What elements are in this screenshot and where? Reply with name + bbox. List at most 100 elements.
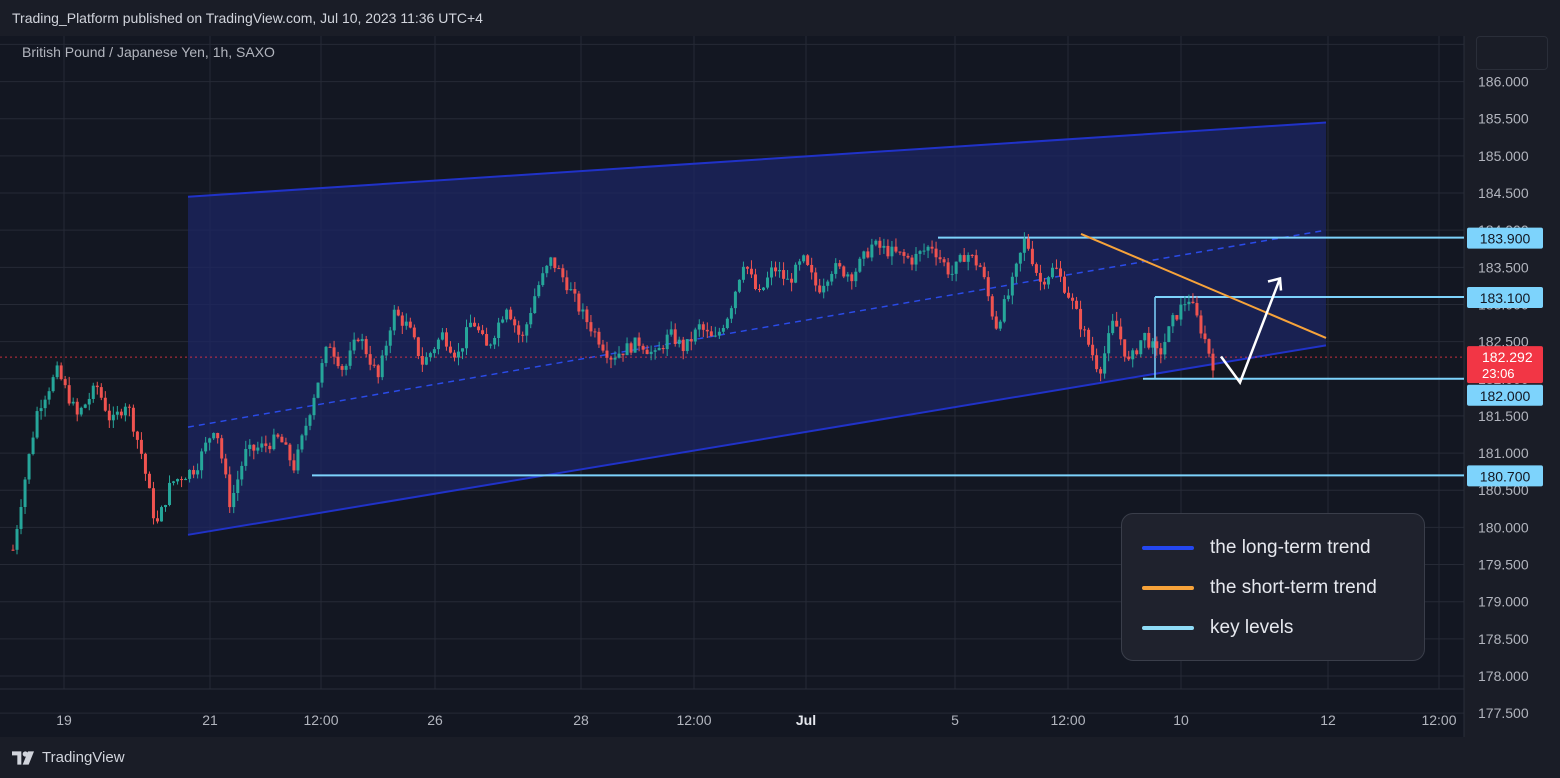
candle-body: [757, 289, 761, 291]
candle-body: [216, 433, 220, 439]
candle-body: [749, 268, 753, 275]
candle-body: [240, 465, 244, 480]
candle-body: [304, 425, 308, 436]
candle-body: [328, 346, 332, 348]
candle-body: [625, 343, 629, 356]
candle-body: [1034, 264, 1038, 273]
candle-body: [388, 330, 392, 346]
candle-body: [717, 331, 721, 336]
candle-body: [589, 322, 593, 332]
candle-body: [762, 287, 766, 290]
candle-body: [846, 274, 850, 277]
candle-body: [1131, 350, 1135, 360]
candle-body: [396, 309, 400, 316]
candle-body: [127, 406, 131, 408]
candle-body: [39, 408, 43, 412]
candle-body: [733, 291, 737, 309]
candle-body: [930, 246, 934, 249]
candle-body: [906, 255, 910, 258]
candle-body: [577, 293, 581, 312]
candle-body: [87, 398, 91, 405]
candle-body: [376, 365, 380, 378]
candle-body: [107, 410, 111, 421]
legend-label: key levels: [1210, 617, 1294, 638]
candle-body: [348, 350, 352, 366]
candle-body: [424, 357, 428, 365]
candle-body: [244, 448, 248, 466]
candle-body: [123, 406, 127, 416]
candle-body: [1107, 333, 1111, 354]
legend-item-short-term: the short-term trend: [1142, 573, 1377, 603]
candle-body: [320, 363, 324, 383]
candle-body: [557, 268, 561, 270]
candle-body: [954, 261, 958, 274]
candle-body: [91, 385, 95, 399]
candle-body: [970, 254, 974, 256]
x-tick-label: 28: [573, 712, 589, 728]
candle-body: [918, 251, 922, 254]
candle-body: [260, 443, 264, 448]
candle-body: [59, 365, 63, 380]
candle-body: [352, 339, 356, 351]
candle-body: [292, 460, 296, 471]
candle-body: [697, 324, 701, 330]
candle-body: [1175, 315, 1179, 320]
candle-body: [657, 347, 661, 351]
candle-body: [1054, 267, 1058, 269]
candle-body: [593, 331, 597, 333]
candle-body: [834, 263, 838, 274]
candle-body: [641, 345, 645, 350]
candle-body: [308, 415, 312, 426]
candle-body: [665, 334, 669, 350]
candle-body: [962, 255, 966, 262]
candle-body: [629, 343, 633, 353]
candle-body: [164, 504, 168, 508]
candle-body: [99, 387, 103, 398]
candle-body: [135, 431, 139, 440]
candle-body: [1163, 342, 1167, 355]
candle-body: [878, 240, 882, 248]
candle-body: [633, 337, 637, 353]
candle-body: [1079, 308, 1083, 330]
candle-body: [1155, 341, 1159, 349]
candle-body: [946, 262, 950, 275]
bottom-bar: TradingView: [0, 737, 1560, 778]
candle-body: [139, 439, 143, 454]
tradingview-brand[interactable]: TradingView: [12, 749, 125, 766]
candle-body: [159, 507, 163, 522]
candle-body: [621, 353, 625, 356]
candle-body: [565, 277, 569, 291]
candle-body: [1002, 299, 1006, 322]
candle-body: [1026, 238, 1030, 249]
candle-body: [1099, 369, 1103, 374]
candle-body: [637, 337, 641, 346]
candle-body: [220, 438, 224, 459]
candle-body: [360, 339, 364, 342]
candle-body: [228, 474, 232, 508]
candle-body: [31, 437, 35, 455]
candle-body: [605, 350, 609, 358]
candle-body: [1135, 350, 1139, 355]
candle-body: [1046, 277, 1050, 285]
candle-body: [1211, 353, 1215, 371]
price-scale-settings-box[interactable]: [1476, 36, 1548, 70]
candle-body: [115, 411, 119, 415]
legend-panel: the long-term trend the short-term trend…: [1121, 513, 1425, 661]
candle-body: [581, 309, 585, 312]
y-tick-label: 185.500: [1478, 111, 1529, 127]
candle-body: [336, 356, 340, 367]
legend-item-long-term: the long-term trend: [1142, 533, 1371, 563]
candle-body: [653, 350, 657, 352]
candle-body: [1127, 356, 1131, 360]
orange-line-icon: [1142, 586, 1194, 590]
candle-body: [1022, 238, 1026, 253]
candle-body: [509, 309, 513, 320]
key-level-badge-label: 180.700: [1480, 468, 1531, 484]
candle-body: [866, 251, 870, 258]
y-tick-label: 178.000: [1478, 668, 1529, 684]
y-tick-label: 177.500: [1478, 705, 1529, 721]
candle-body: [910, 257, 914, 265]
key-level-badge-label: 183.900: [1480, 231, 1531, 247]
y-tick-label: 186.000: [1478, 74, 1529, 90]
candle-body: [272, 434, 276, 450]
